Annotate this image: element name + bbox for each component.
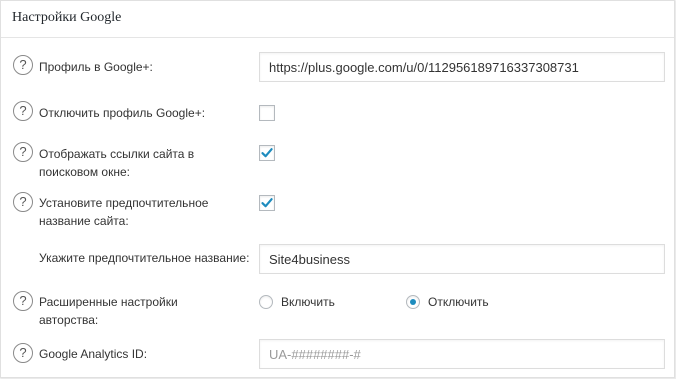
gplus-profile-input[interactable] [259,52,665,82]
preferred-name-label: Установите предпочтительное название сай… [39,196,209,228]
panel-title: Настройки Google [12,10,122,25]
analytics-label: Google Analytics ID: [39,347,148,361]
authorship-enable-radio[interactable] [259,295,273,309]
help-icon[interactable]: ? [13,291,33,311]
gplus-profile-label: Профиль в Google+: [39,60,153,74]
settings-panel: Настройки Google ? Профиль в Google+: ? … [0,0,675,378]
help-icon[interactable]: ? [13,55,33,75]
authorship-disable-radio[interactable] [406,295,420,309]
help-icon[interactable]: ? [13,101,33,121]
disable-gplus-label: Отключить профиль Google+: [39,106,206,120]
checkmark-icon [261,198,273,208]
authorship-label: Расширенные настройки авторства: [39,295,178,327]
disable-gplus-checkbox[interactable] [259,105,275,121]
sitelinks-searchbox-label: Отображать ссылки сайта в поисковом окне… [39,147,195,179]
preferred-name-input[interactable] [259,244,665,274]
preferred-name-sublabel: Укажите предпочтительное название: [39,251,250,265]
preferred-name-checkbox[interactable] [259,195,275,211]
checkmark-icon [261,148,273,158]
help-icon[interactable]: ? [13,343,33,363]
authorship-disable-label[interactable]: Отключить [428,295,489,309]
sitelinks-searchbox-checkbox[interactable] [259,145,275,161]
analytics-id-input[interactable] [259,339,665,369]
help-icon[interactable]: ? [13,192,33,212]
panel-header: Настройки Google [1,1,674,38]
radio-selected-dot [410,299,416,305]
help-icon[interactable]: ? [13,142,33,162]
authorship-enable-label[interactable]: Включить [281,295,335,309]
